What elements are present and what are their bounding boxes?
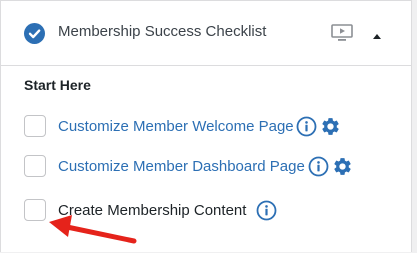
checkbox[interactable]	[24, 199, 46, 221]
checklist-header[interactable]: Membership Success Checklist	[1, 1, 411, 66]
section-heading: Start Here	[24, 77, 91, 93]
screen-play-icon[interactable]	[331, 24, 353, 42]
gear-icon[interactable]	[332, 156, 353, 177]
checkbox[interactable]	[24, 155, 46, 177]
checkbox[interactable]	[24, 115, 46, 137]
triangle-up-icon[interactable]	[370, 28, 384, 39]
item-label[interactable]: Customize Member Dashboard Page	[58, 158, 305, 175]
item-label[interactable]: Customize Member Welcome Page	[58, 118, 294, 135]
item-label: Create Membership Content	[58, 202, 247, 219]
check-circle-icon	[24, 23, 45, 44]
info-icon[interactable]	[256, 200, 277, 221]
info-icon[interactable]	[296, 116, 317, 137]
checklist-title: Membership Success Checklist	[58, 23, 267, 40]
info-icon[interactable]	[308, 156, 329, 177]
checklist-panel: Membership Success Checklist Start Here …	[0, 0, 412, 252]
gear-icon[interactable]	[320, 116, 341, 137]
